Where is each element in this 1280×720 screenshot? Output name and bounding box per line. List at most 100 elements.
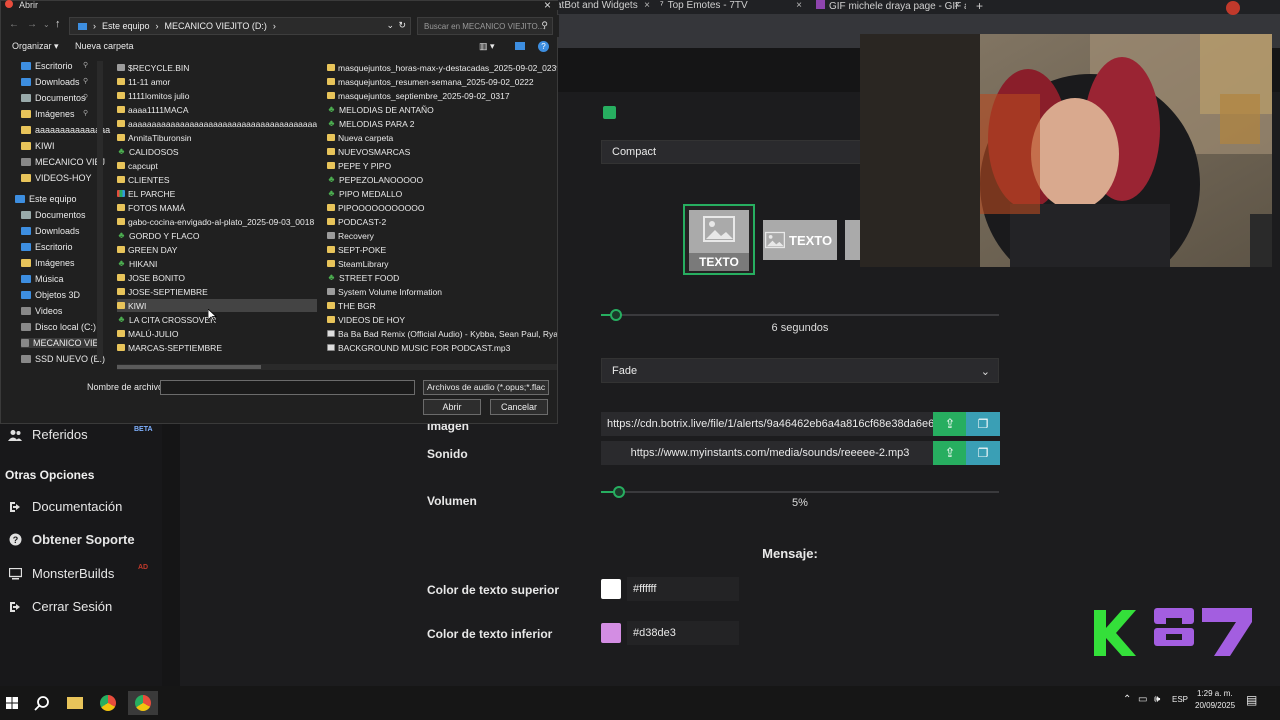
view-options-icon[interactable]: ▥ ▾ [479,41,495,52]
nav-item[interactable]: Videos [21,306,62,316]
color-inf-input[interactable]: #d38de3 [627,621,739,645]
nav-item[interactable]: Escritorio [21,242,73,252]
nav-item[interactable]: Disco local (C:) [21,322,96,332]
file-item[interactable]: ♣ STREET FOOD [327,271,557,284]
sidebar-item-soporte[interactable]: ? Obtener Soporte [8,532,135,547]
imagen-url-input[interactable]: https://cdn.botrix.live/file/1/alerts/9a… [601,412,933,436]
file-item[interactable]: masquejuntos_horas-max-y-destacadas_2025… [327,61,557,74]
file-item[interactable]: SEPT-POKE [327,243,557,256]
file-item[interactable]: EL PARCHE [117,187,317,200]
layout-select[interactable]: Compact [601,140,871,164]
upload-sound-button[interactable]: ⇪ [933,441,967,465]
file-item[interactable]: PIPOOOOOOOOOOO [327,201,557,214]
file-item[interactable]: GREEN DAY [117,243,317,256]
file-item[interactable]: capcupt [117,159,317,172]
duration-slider-handle[interactable] [610,309,622,321]
nav-item[interactable]: VIDEOS-HOY [21,173,92,183]
volume-icon[interactable]: 🕪 [1154,694,1160,705]
file-item[interactable]: PODCAST-2 [327,215,557,228]
path-breadcrumb[interactable]: › Este equipo › MECANICO VIEJITO (D:) › … [69,17,411,35]
nav-item[interactable]: Downloads [21,226,80,236]
sidebar-item-referidos[interactable]: Referidos [8,427,88,442]
gallery-image-button[interactable]: ❐ [966,412,1000,436]
chevron-down-icon[interactable]: ⌄ [386,20,394,31]
file-item[interactable]: aaaaaaaaaaaaaaaaaaaaaaaaaaaaaaaaaaaaaaaa… [117,117,317,130]
file-item[interactable]: CLIENTES [117,173,317,186]
file-item[interactable]: MARCAS-SEPTIEMBRE [117,341,317,354]
file-item[interactable]: ♣ PIPO MEDALLO [327,187,557,200]
file-item[interactable]: ♣ HIKANI [117,257,317,270]
file-item[interactable]: Ba Ba Bad Remix (Official Audio) - Kybba… [327,327,557,340]
up-icon[interactable]: ↑ [55,18,61,30]
file-item[interactable]: JOSE BONITO [117,271,317,284]
profile-icon[interactable] [1226,1,1240,15]
sidebar-item-monsterbuilds[interactable]: MonsterBuilds [8,566,114,581]
nav-item[interactable]: Este equipo [15,194,77,204]
nav-item[interactable]: Objetos 3D [21,290,80,300]
nav-item[interactable]: Documentos [21,210,86,220]
file-item[interactable]: aaaa1111MACA [117,103,317,116]
file-item[interactable]: 11-11 amor [117,75,317,88]
nav-item[interactable]: Downloads ⚲ [21,77,88,87]
browser-tab[interactable]: atBot and Widgets × [556,0,656,14]
network-icon[interactable]: ▭ [1138,694,1147,705]
breadcrumb-item[interactable]: MECANICO VIEJITO (D:) [165,21,267,31]
file-item[interactable]: System Volume Information [327,285,557,298]
file-item[interactable]: ♣ CALIDOSOS [117,145,317,158]
search-input[interactable]: Buscar en MECANICO VIEJITO... ⚲ [417,17,553,35]
close-icon[interactable]: × [644,0,650,12]
close-icon[interactable]: × [544,0,551,12]
file-item[interactable]: FOTOS MAMÁ [117,201,317,214]
file-item[interactable]: masquejuntos_septiembre_2025-09-02_0317 [327,89,557,102]
file-item[interactable]: ♣ LA CITA CROSSOVER [117,313,317,326]
color-swatch-superior[interactable] [601,579,621,599]
organize-menu[interactable]: Organizar ▾ [12,41,59,52]
refresh-icon[interactable]: ↻ [398,20,406,31]
layout-option-partial[interactable] [845,220,860,260]
preview-pane-icon[interactable] [515,42,525,50]
forward-icon[interactable]: → [27,19,37,30]
file-item[interactable]: gabo-cocina-envigado-al-plato_2025-09-03… [117,215,317,228]
horizontal-scrollbar[interactable] [117,364,557,370]
chrome-active-icon[interactable] [128,691,158,715]
file-item[interactable]: ♣ PEPEZOLANOOOOO [327,173,557,186]
nav-item[interactable]: Música [21,274,64,284]
language-indicator[interactable]: ESP [1172,695,1188,704]
scroll-thumb[interactable] [117,365,261,369]
nav-item[interactable]: SSD NUEVO (E:) [21,354,105,364]
layout-option-stacked[interactable]: TEXTO [683,204,755,275]
sidebar-item-documentacion[interactable]: Documentación [8,499,122,514]
nav-item[interactable]: Imágenes [21,258,75,268]
chrome-icon[interactable] [96,691,120,715]
file-item[interactable]: ♣ MELODIAS PARA 2 [327,117,557,130]
notifications-icon[interactable]: ▤ [1246,693,1257,707]
close-icon[interactable]: × [796,0,802,12]
new-folder-button[interactable]: Nueva carpeta [75,41,134,51]
browser-tab[interactable]: ⁷ Top Emotes - 7TV × [660,0,808,14]
file-item[interactable]: AnnitaTiburonsin [117,131,317,144]
nav-item[interactable]: MECANICO VIEJ [21,338,103,348]
file-item[interactable]: MALÚ-JULIO [117,327,317,340]
duration-slider-track[interactable] [601,314,999,316]
help-icon[interactable]: ? [538,41,549,52]
history-chevron-icon[interactable]: ⌄ [43,20,50,29]
clock-time[interactable]: 1:29 a. m. [1197,689,1233,698]
upload-image-button[interactable]: ⇪ [933,412,967,436]
nav-scrollbar[interactable] [97,61,103,361]
file-item[interactable]: KIWI [117,299,317,312]
sonido-url-input[interactable]: https://www.myinstants.com/media/sounds/… [601,441,933,465]
file-item[interactable]: SteamLibrary [327,257,557,270]
color-swatch-inferior[interactable] [601,623,621,643]
color-sup-input[interactable]: #ffffff [627,577,739,601]
gallery-sound-button[interactable]: ❐ [966,441,1000,465]
file-item[interactable]: JOSE-SEPTIEMBRE [117,285,317,298]
nav-item[interactable]: KIWI [21,141,55,151]
file-item[interactable]: $RECYCLE.BIN [117,61,317,74]
breadcrumb-item[interactable]: Este equipo [102,21,150,31]
nav-item[interactable]: MECANICO VIEJ [21,157,105,167]
file-explorer-icon[interactable] [63,691,87,715]
nav-item[interactable]: Escritorio ⚲ [21,61,88,71]
volume-slider-track[interactable] [601,491,999,493]
file-item[interactable]: ♣ GORDO Y FLACO [117,229,317,242]
file-item[interactable]: BACKGROUND MUSIC FOR PODCAST.mp3 [327,341,557,354]
